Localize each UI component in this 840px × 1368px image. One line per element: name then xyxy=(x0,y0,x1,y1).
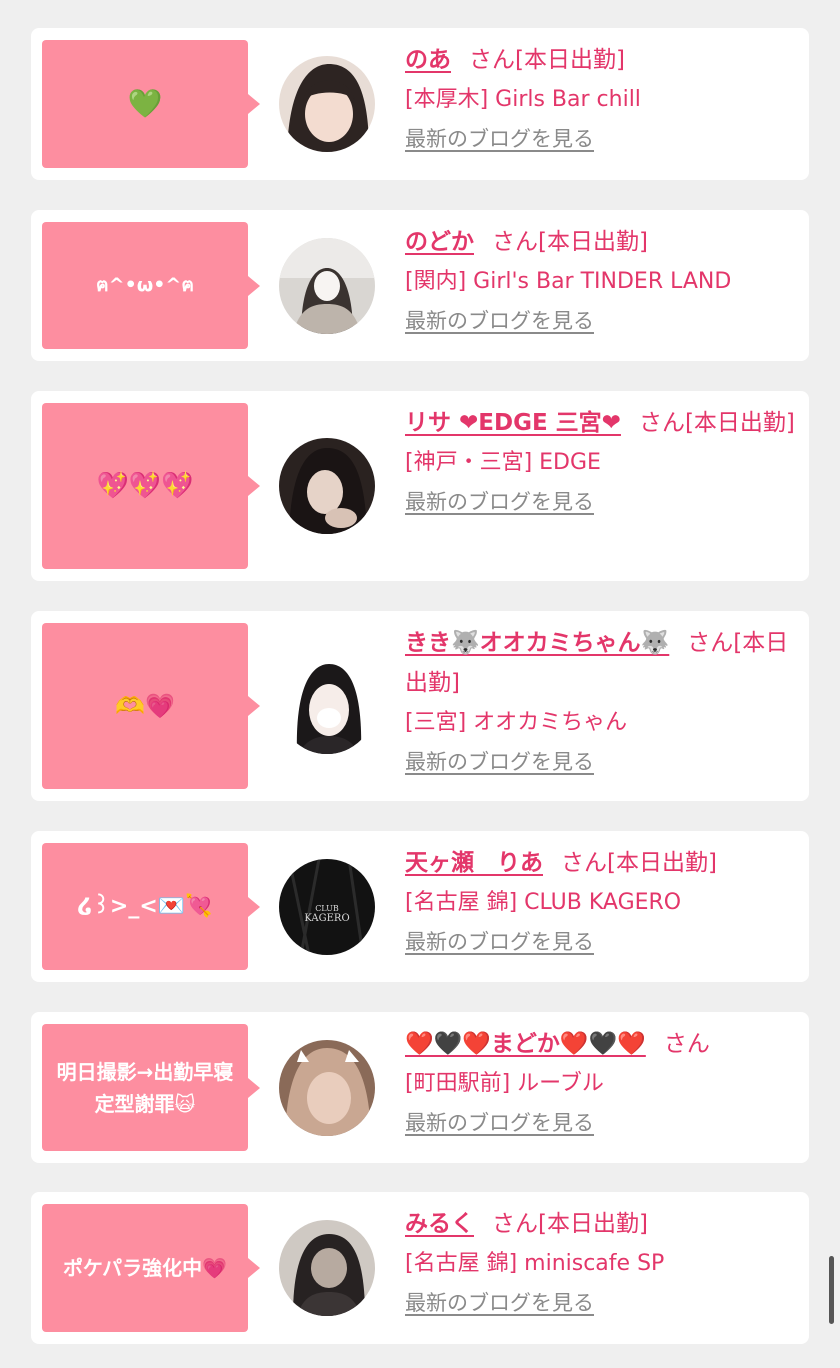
cast-name-link[interactable]: リサ ❤EDGE 三宮❤ xyxy=(405,410,621,436)
cast-info: みるく さん[本日出勤] [名古屋 錦] miniscafe SP 最新のブログを… xyxy=(405,1204,795,1318)
cast-card[interactable]: ฅ^•ω•^ฅ のどか さん[本日出勤] [関内] Girl's Bar TIND… xyxy=(31,210,809,361)
comment-text: 💚 xyxy=(127,87,163,120)
avatar-image xyxy=(279,56,375,152)
avatar-image xyxy=(279,238,375,334)
scrollbar[interactable] xyxy=(829,1256,834,1324)
comment-text: 💖💖💖 xyxy=(96,470,194,501)
comment-bubble: ポケパラ強化中💗 xyxy=(42,1204,260,1332)
comment-bubble: 🫶💗 xyxy=(42,623,260,789)
comment-text: ໒꒱>_<💌💘 xyxy=(77,894,213,919)
cast-name-link[interactable]: ❤️🖤❤️まどか❤️🖤❤️ xyxy=(405,1031,646,1057)
comment-bubble: 💚 xyxy=(42,40,260,168)
avatar[interactable] xyxy=(279,1220,375,1316)
cast-info: のあ さん[本日出勤] [本厚木] Girls Bar chill 最新のブログを… xyxy=(405,40,795,154)
cast-status: さん[本日出勤] xyxy=(561,850,717,876)
cast-info: きき🐺オオカミちゃん🐺 さん[本日出勤] [三宮] オオカミちゃん 最新のブログを… xyxy=(405,623,795,777)
latest-blog-link[interactable]: 最新のブログを見る xyxy=(405,124,594,154)
latest-blog-link[interactable]: 最新のブログを見る xyxy=(405,927,594,957)
comment-bubble: ฅ^•ω•^ฅ xyxy=(42,222,260,349)
cast-card[interactable]: 明日撮影→出勤早寝定型謝罪🙀 ❤️🖤❤️まどか❤️🖤❤️ さん [町田駅前] ルー… xyxy=(31,1012,809,1163)
comment-text: 🫶💗 xyxy=(115,692,175,720)
name-line: のあ さん[本日出勤] xyxy=(405,40,795,80)
avatar-image xyxy=(279,438,375,534)
comment-text: ฅ^•ω•^ฅ xyxy=(95,274,195,297)
latest-blog-link[interactable]: 最新のブログを見る xyxy=(405,1288,594,1318)
latest-blog-link[interactable]: 最新のブログを見る xyxy=(405,306,594,336)
avatar[interactable] xyxy=(279,658,375,754)
cast-name-link[interactable]: みるく xyxy=(405,1211,474,1237)
comment-bubble: 💖💖💖 xyxy=(42,403,260,569)
avatar-image: CLUB KAGERO xyxy=(279,859,375,955)
latest-blog-link[interactable]: 最新のブログを見る xyxy=(405,1108,594,1138)
shop-name: [神戸・三宮] EDGE xyxy=(405,450,601,475)
avatar[interactable] xyxy=(279,56,375,152)
name-line: みるく さん[本日出勤] xyxy=(405,1204,795,1244)
cast-info: リサ ❤EDGE 三宮❤ さん[本日出勤] [神戸・三宮] EDGE 最新のブログ… xyxy=(405,403,795,517)
name-line: 天ヶ瀬 りあ さん[本日出勤] xyxy=(405,843,795,883)
shop-name: [名古屋 錦] CLUB KAGERO xyxy=(405,890,682,915)
cast-card[interactable]: ポケパラ強化中💗 みるく さん[本日出勤] [名古屋 錦] miniscafe S… xyxy=(31,1192,809,1344)
name-line: きき🐺オオカミちゃん🐺 さん[本日出勤] xyxy=(405,623,795,703)
cast-card[interactable]: 💖💖💖 リサ ❤EDGE 三宮❤ さん[本日出勤] [神戸・三宮] EDGE 最新… xyxy=(31,391,809,581)
latest-blog-link[interactable]: 最新のブログを見る xyxy=(405,747,594,777)
name-line: のどか さん[本日出勤] xyxy=(405,222,795,262)
cast-status: さん[本日出勤] xyxy=(638,410,795,436)
cast-name-link[interactable]: きき🐺オオカミちゃん🐺 xyxy=(405,630,669,656)
avatar-image xyxy=(279,658,375,754)
cast-card[interactable]: 💚 のあ さん[本日出勤] [本厚木] Girls Bar chill 最新のブロ… xyxy=(31,28,809,180)
cast-name-link[interactable]: のあ xyxy=(405,47,451,73)
avatar[interactable] xyxy=(279,1040,375,1136)
latest-blog-link[interactable]: 最新のブログを見る xyxy=(405,487,594,517)
cast-info: のどか さん[本日出勤] [関内] Girl's Bar TINDER LAND … xyxy=(405,222,795,336)
shop-name: [三宮] オオカミちゃん xyxy=(405,710,628,735)
svg-text:KAGERO: KAGERO xyxy=(304,913,349,924)
cast-card[interactable]: 🫶💗 きき🐺オオカミちゃん🐺 さん[本日出勤] [三宮] オオカミちゃん 最新のブ… xyxy=(31,611,809,801)
cast-status: さん[本日出勤] xyxy=(469,47,625,73)
shop-name: [名古屋 錦] miniscafe SP xyxy=(405,1251,665,1276)
shop-name: [関内] Girl's Bar TINDER LAND xyxy=(405,269,732,294)
cast-status: さん[本日出勤] xyxy=(492,229,648,255)
cast-card[interactable]: ໒꒱>_<💌💘 CLUB KAGERO 天ヶ瀬 りあ さん[本日出勤] [名古屋 … xyxy=(31,831,809,982)
cast-status: さん[本日出勤] xyxy=(492,1211,648,1237)
comment-text: 明日撮影→出勤早寝定型謝罪🙀 xyxy=(56,1059,234,1116)
cast-info: 天ヶ瀬 りあ さん[本日出勤] [名古屋 錦] CLUB KAGERO 最新のブロ… xyxy=(405,843,795,957)
cast-name-link[interactable]: のどか xyxy=(405,229,474,255)
comment-bubble: 明日撮影→出勤早寝定型謝罪🙀 xyxy=(42,1024,260,1151)
cast-name-link[interactable]: 天ヶ瀬 りあ xyxy=(405,850,543,876)
name-line: ❤️🖤❤️まどか❤️🖤❤️ さん xyxy=(405,1024,795,1064)
comment-bubble: ໒꒱>_<💌💘 xyxy=(42,843,260,970)
cast-info: ❤️🖤❤️まどか❤️🖤❤️ さん [町田駅前] ルーブル 最新のブログを見る xyxy=(405,1024,795,1138)
avatar[interactable] xyxy=(279,438,375,534)
svg-text:CLUB: CLUB xyxy=(315,904,339,913)
name-line: リサ ❤EDGE 三宮❤ さん[本日出勤] xyxy=(405,403,795,443)
avatar[interactable]: CLUB KAGERO xyxy=(279,859,375,955)
shop-name: [町田駅前] ルーブル xyxy=(405,1071,604,1096)
comment-text: ポケパラ強化中💗 xyxy=(62,1256,228,1280)
avatar-image xyxy=(279,1040,375,1136)
shop-name: [本厚木] Girls Bar chill xyxy=(405,87,641,112)
avatar-image xyxy=(279,1220,375,1316)
cast-status: さん xyxy=(663,1031,710,1057)
avatar[interactable] xyxy=(279,238,375,334)
